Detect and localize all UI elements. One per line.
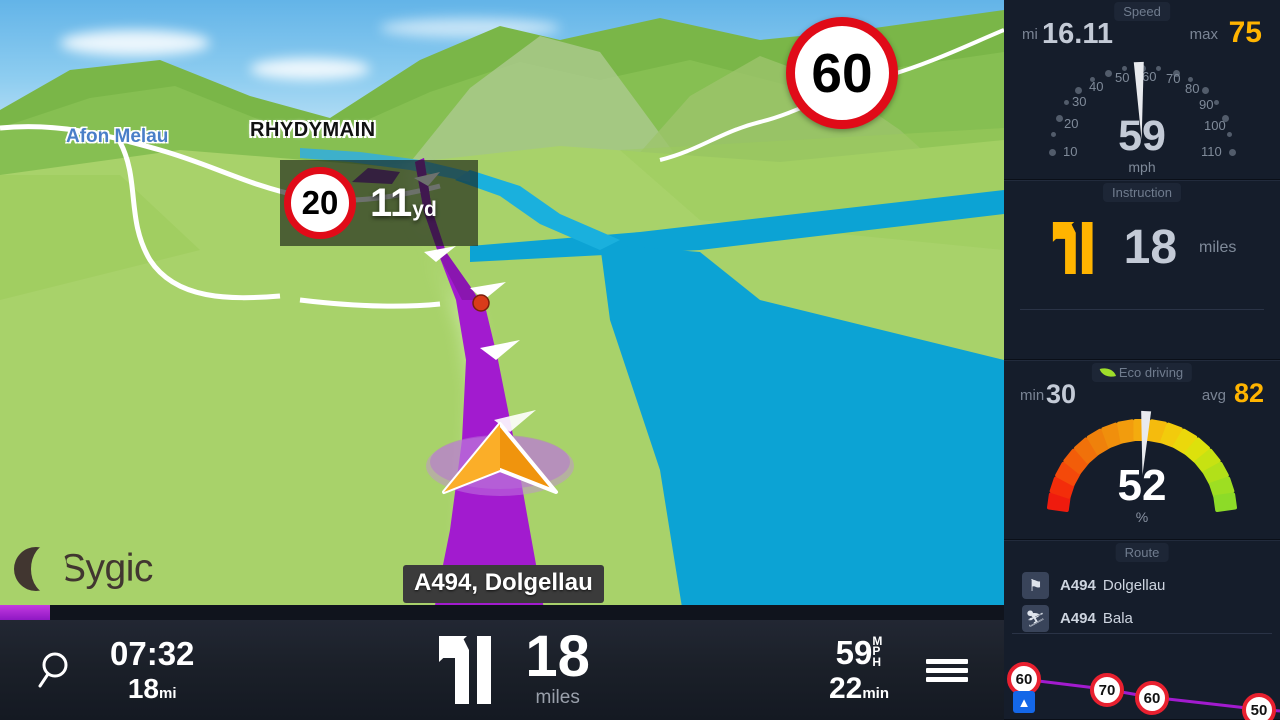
speed-panel-title: Speed (1114, 2, 1170, 21)
upcoming-speed-limit-sign: 20 (284, 167, 356, 239)
instruction-distance-unit: miles (1199, 239, 1237, 256)
eco-panel-title: Eco driving (1091, 363, 1193, 382)
eco-avg-label: avg (1201, 387, 1226, 404)
maneuver-distance-unit: miles (535, 687, 580, 709)
speedo-tick-10: 10 (1063, 144, 1078, 159)
search-button[interactable] (0, 647, 110, 693)
list-item[interactable]: ⚑ A494 Dolgellau (1004, 569, 1280, 602)
instruction-distance: 18 (1123, 221, 1178, 274)
upcoming-distance-value: 11 (370, 181, 413, 225)
profile-speed-sign: 60 (1135, 681, 1169, 715)
remaining-time: 22min (828, 671, 889, 705)
fork-left-icon (1052, 222, 1093, 274)
speedometer-unit: mph (1128, 159, 1156, 175)
checkered-flag-icon: ⛷ (1022, 605, 1049, 632)
profile-speed-sign: 70 (1090, 673, 1124, 707)
sygic-wordmark: Sygic (60, 547, 153, 590)
speedo-tick-70: 70 (1166, 71, 1181, 86)
remaining-time-unit: min (862, 684, 889, 702)
route-panel-title: Route (1115, 543, 1169, 562)
maneuver-block[interactable]: 18 miles (194, 623, 829, 709)
bottom-toolbar: 07:32 18mi 18 miles 59M P H 22min (0, 620, 1004, 720)
eco-gauge-unit: % (1135, 509, 1149, 525)
list-item[interactable]: ⛷ A494 Bala (1004, 602, 1280, 635)
speedometer-gauge: 10 20 30 40 50 60 70 80 90 100 110 59 mp… (1047, 52, 1237, 175)
motorway-icon: ▲ (1013, 691, 1035, 713)
instruction-panel-title: Instruction (1103, 183, 1181, 202)
speed-limit-profile: 60 ▲ 70 60 50 (1004, 647, 1280, 720)
route-divider (1012, 633, 1272, 634)
speed-panel[interactable]: Speed mi 16.11 max 75 10 20 30 40 50 60 … (1004, 0, 1280, 180)
odometer-value: 16.11 (1042, 18, 1113, 50)
eco-driving-panel[interactable]: Eco driving min 30 avg 82 52 % (1004, 360, 1280, 540)
menu-button[interactable] (889, 655, 1004, 686)
crescent-moon-icon (14, 544, 67, 594)
search-icon (38, 652, 68, 688)
current-road-label: A494, Dolgellau (403, 565, 604, 603)
remaining-distance: 18mi (127, 673, 177, 705)
route-progress-track (0, 605, 1004, 620)
waypoint-text: A494 Bala (1060, 610, 1133, 627)
instruction-panel[interactable]: Instruction 18 miles (1004, 180, 1280, 360)
eco-avg-value: 82 (1233, 378, 1264, 408)
current-speed: 59M P H (835, 634, 883, 672)
flag-icon: ⚑ (1022, 572, 1049, 599)
upcoming-distance-unit: yd (412, 198, 437, 221)
eta-time: 07:32 (110, 634, 195, 672)
speedometer-value: 59 (1118, 112, 1166, 160)
eco-min-label: min (1020, 387, 1045, 404)
eco-gauge: 52 % (1046, 409, 1238, 525)
odometer-label: mi (1022, 26, 1038, 43)
speed-block[interactable]: 59M P H 22min (828, 634, 889, 705)
sygic-logo: Sygic (14, 544, 153, 594)
eco-gauge-value: 52 (1117, 461, 1167, 510)
speedo-tick-110: 110 (1201, 144, 1222, 159)
sidebar: Speed mi 16.11 max 75 10 20 30 40 50 60 … (1004, 0, 1280, 720)
current-speed-limit-sign: 60 (786, 17, 898, 129)
leaf-icon (1099, 365, 1117, 380)
profile-speed-sign: 50 (1242, 693, 1276, 720)
maneuver-distance: 18 (525, 623, 590, 689)
current-speed-unit: MPH (872, 634, 883, 669)
speedo-tick-50: 50 (1115, 70, 1130, 85)
route-progress-fill (0, 605, 51, 620)
max-speed-label: max (1189, 26, 1218, 43)
speedo-tick-90: 90 (1199, 97, 1214, 112)
route-panel[interactable]: Route ⚑ A494 Dolgellau ⛷ A494 Bala 60 ▲ 70 (1004, 540, 1280, 720)
navigation-screen: Afon Melau RHYDYMAIN 60 20 11yd A494, Do… (0, 0, 1280, 720)
upcoming-speed-limit-card[interactable]: 20 11yd (280, 160, 478, 246)
speedo-tick-20: 20 (1064, 116, 1079, 131)
speedo-tick-80: 80 (1185, 81, 1200, 96)
fork-left-icon (439, 636, 492, 704)
upcoming-speed-limit-distance: 11yd (370, 183, 437, 223)
eco-min-value: 30 (1046, 379, 1077, 409)
eta-block[interactable]: 07:32 18mi (110, 634, 195, 705)
speedo-tick-30: 30 (1072, 94, 1087, 109)
speedo-tick-40: 40 (1089, 79, 1104, 94)
max-speed-value: 75 (1228, 16, 1262, 49)
speedo-tick-100: 100 (1204, 118, 1226, 133)
remaining-distance-unit: mi (159, 685, 177, 703)
hamburger-menu-icon (925, 655, 968, 686)
instruction-divider (1020, 309, 1264, 310)
waypoint-text: A494 Dolgellau (1060, 577, 1166, 594)
